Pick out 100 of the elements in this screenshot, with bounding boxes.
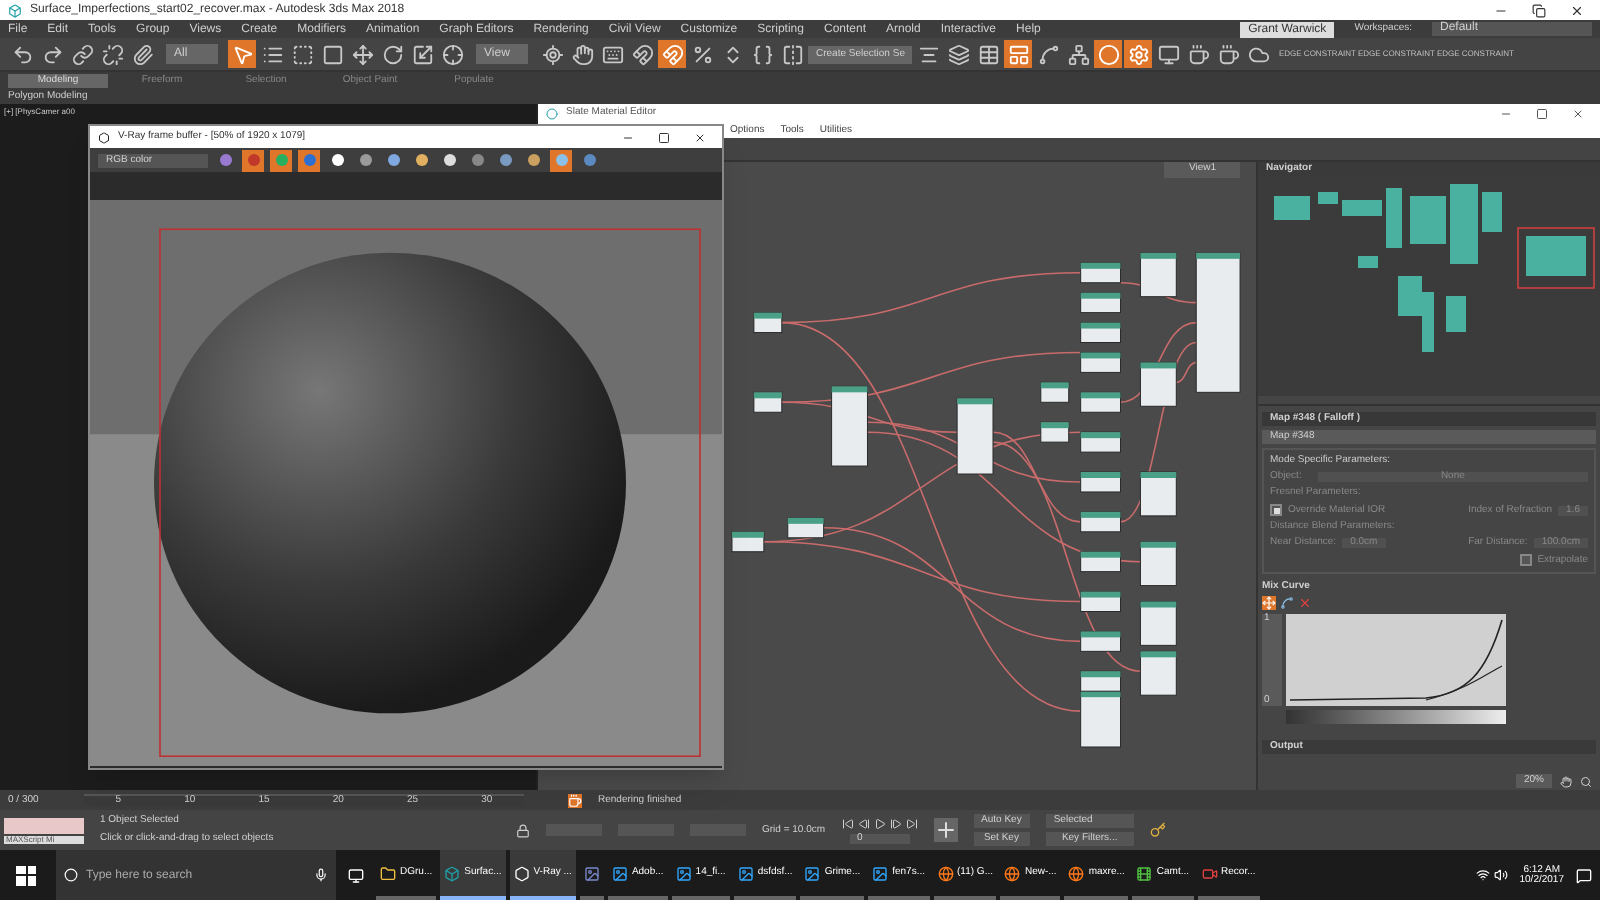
material-node[interactable] xyxy=(1040,381,1070,403)
material-node[interactable] xyxy=(1080,551,1121,573)
table-icon[interactable] xyxy=(974,40,1003,68)
material-node[interactable] xyxy=(1139,601,1177,646)
cortana-icon xyxy=(64,868,78,882)
script-listener-field[interactable] xyxy=(4,817,84,833)
material-node[interactable] xyxy=(1195,252,1241,393)
material-node[interactable] xyxy=(1040,421,1070,443)
material-node[interactable] xyxy=(1080,322,1121,343)
scale-icon[interactable] xyxy=(408,40,436,68)
globe-icon xyxy=(937,865,954,881)
image-icon xyxy=(872,865,889,881)
close-icon[interactable] xyxy=(1572,107,1584,119)
plus-icon[interactable] xyxy=(933,818,958,842)
step-back-icon[interactable] xyxy=(857,817,870,829)
material-node[interactable] xyxy=(1139,471,1177,517)
link-icon[interactable] xyxy=(68,40,96,68)
material-node[interactable] xyxy=(1139,650,1177,696)
material-node[interactable] xyxy=(1080,351,1121,373)
material-node[interactable] xyxy=(1080,391,1121,413)
material-node[interactable] xyxy=(731,531,765,553)
hand-icon[interactable] xyxy=(568,40,596,68)
settings-icon[interactable] xyxy=(1124,40,1153,68)
image-icon xyxy=(737,865,754,881)
network-icon[interactable] xyxy=(1475,868,1490,882)
material-node[interactable] xyxy=(1139,541,1177,587)
image-icon xyxy=(675,865,692,881)
maximize-icon[interactable] xyxy=(1536,107,1548,119)
notification-icon[interactable] xyxy=(1576,867,1592,883)
sphere-icon xyxy=(546,107,558,119)
paperclip-icon[interactable] xyxy=(128,40,156,68)
magnet-icon[interactable] xyxy=(628,40,656,68)
checkbox[interactable] xyxy=(1519,554,1532,566)
cube-icon xyxy=(8,3,22,17)
panel-icon[interactable] xyxy=(1004,40,1033,68)
material-node[interactable] xyxy=(1080,670,1121,692)
skip-back-icon[interactable] xyxy=(841,817,854,829)
material-node[interactable] xyxy=(753,312,783,334)
video-icon xyxy=(1201,865,1218,881)
close-icon[interactable] xyxy=(1570,3,1584,17)
material-node[interactable] xyxy=(787,517,825,539)
material-node[interactable] xyxy=(1080,431,1121,453)
step-forward-icon[interactable] xyxy=(889,817,902,829)
material-node[interactable] xyxy=(831,385,868,467)
film-icon xyxy=(1136,865,1153,881)
mix-curve-drawing[interactable] xyxy=(1286,614,1506,706)
material-node[interactable] xyxy=(1080,262,1121,284)
curve-icon[interactable] xyxy=(1280,596,1294,610)
teapot-icon[interactable] xyxy=(1214,40,1243,68)
lock-icon[interactable] xyxy=(516,823,530,837)
material-node[interactable] xyxy=(1139,252,1177,298)
curve-icon[interactable] xyxy=(1034,40,1063,68)
globe-icon xyxy=(1068,865,1085,881)
search-icon[interactable] xyxy=(1580,775,1592,787)
pointer-icon[interactable] xyxy=(228,40,256,68)
task-view-icon[interactable] xyxy=(348,867,364,883)
hand-icon[interactable] xyxy=(1560,775,1572,787)
sphere-icon[interactable] xyxy=(1094,40,1123,68)
folder-icon xyxy=(380,865,396,881)
windows-logo-icon[interactable] xyxy=(16,865,36,885)
material-node[interactable] xyxy=(1080,471,1121,493)
checkbox[interactable] xyxy=(1270,504,1282,516)
cube-icon xyxy=(444,865,461,881)
braces-icon[interactable] xyxy=(748,40,776,68)
image-icon xyxy=(583,865,600,881)
move-icon[interactable] xyxy=(1262,596,1276,610)
material-node[interactable] xyxy=(1139,361,1177,407)
teapot-icon[interactable] xyxy=(1184,40,1213,68)
close-icon[interactable] xyxy=(694,131,706,143)
square-icon[interactable] xyxy=(318,40,346,68)
material-node[interactable] xyxy=(1080,511,1121,533)
skip-forward-icon[interactable] xyxy=(905,817,918,829)
hexagon-icon xyxy=(98,131,110,143)
move-icon[interactable] xyxy=(348,40,376,68)
material-node[interactable] xyxy=(1080,690,1121,748)
connection-wire xyxy=(1119,281,1198,304)
monitor-icon[interactable] xyxy=(1154,40,1183,68)
microphone-icon[interactable] xyxy=(314,868,328,882)
restore-icon[interactable] xyxy=(1532,3,1546,17)
unlink-icon[interactable] xyxy=(98,40,126,68)
material-node[interactable] xyxy=(1080,630,1121,652)
hexagon-icon xyxy=(513,865,530,881)
material-node[interactable] xyxy=(1080,292,1121,314)
minimize-icon[interactable] xyxy=(622,131,634,143)
rotate-icon[interactable] xyxy=(378,40,406,68)
image-icon xyxy=(804,865,821,881)
network-icon[interactable] xyxy=(1064,40,1093,68)
layers-icon[interactable] xyxy=(944,40,973,68)
material-node[interactable] xyxy=(753,391,783,413)
maximize-icon[interactable] xyxy=(658,131,670,143)
volume-icon[interactable] xyxy=(1493,868,1508,882)
target-icon[interactable] xyxy=(538,40,566,68)
play-icon[interactable] xyxy=(873,817,886,829)
material-node[interactable] xyxy=(956,397,994,475)
globe-icon xyxy=(1004,865,1021,881)
image-icon xyxy=(611,865,628,881)
mirror-icon[interactable] xyxy=(778,40,806,68)
key-icon[interactable] xyxy=(1149,822,1166,838)
crosshair-icon[interactable] xyxy=(438,40,466,68)
material-node[interactable] xyxy=(1080,591,1121,612)
